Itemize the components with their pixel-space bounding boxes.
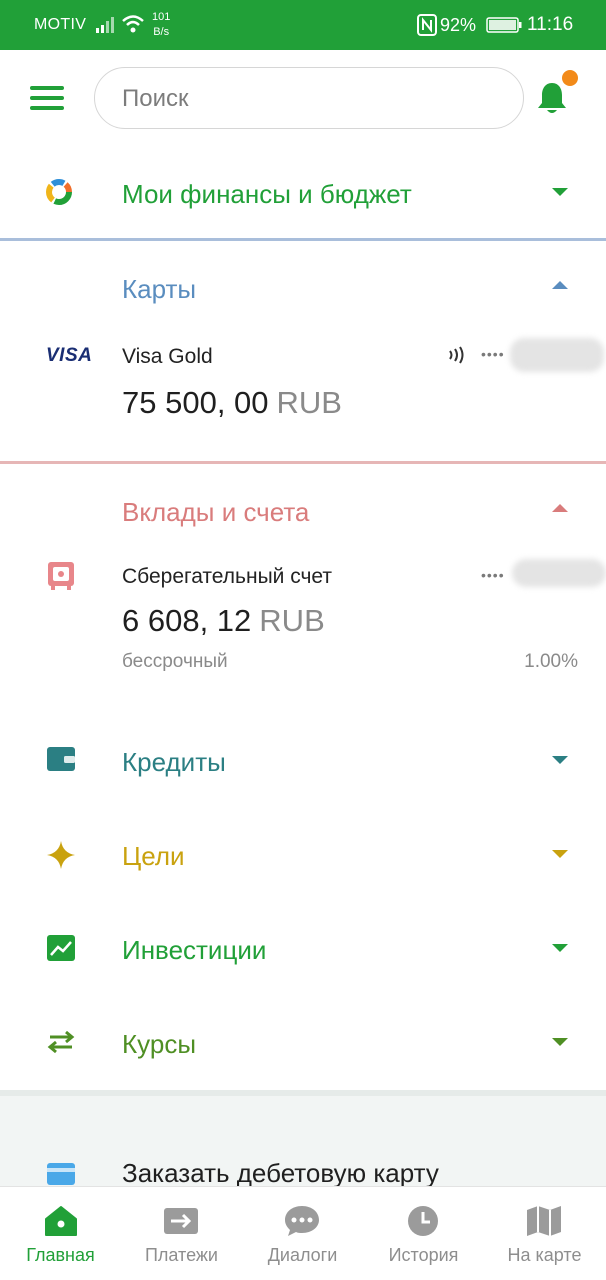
card-balance: 75 500, 00 RUB bbox=[122, 385, 342, 421]
account-number-masked: •••• bbox=[481, 567, 505, 583]
section-cards[interactable]: Карты bbox=[0, 260, 606, 315]
cards-label: Карты bbox=[122, 274, 197, 304]
contactless-icon bbox=[449, 346, 464, 364]
nav-history[interactable]: История bbox=[363, 1187, 484, 1280]
wifi-icon bbox=[122, 15, 144, 33]
safe-icon bbox=[48, 562, 74, 590]
nav-dialogs-label: Диалоги bbox=[267, 1245, 338, 1265]
finances-label: Мои финансы и бюджет bbox=[122, 179, 412, 209]
section-deposits[interactable]: Вклады и счета bbox=[0, 483, 606, 538]
account-term: бессрочный bbox=[122, 651, 228, 672]
home-icon bbox=[45, 1206, 77, 1236]
deposits-divider bbox=[0, 461, 606, 464]
chevron-up-icon bbox=[552, 281, 568, 289]
card-balance-currency: RUB bbox=[276, 385, 342, 420]
status-bar: MOTIV 101 B/s 92% 11:16 bbox=[0, 0, 606, 50]
order-debit-card-label: Заказать дебетовую карту bbox=[122, 1158, 439, 1188]
account-balance-currency: RUB bbox=[259, 603, 325, 638]
notification-badge bbox=[562, 70, 578, 86]
section-finances[interactable]: Мои финансы и бюджет bbox=[0, 160, 606, 230]
chevron-up-icon bbox=[552, 504, 568, 512]
chevron-down-icon bbox=[552, 850, 568, 858]
app-header: Поиск bbox=[0, 50, 606, 146]
bottom-navigation: Главная Платежи Диалоги История На карте bbox=[0, 1186, 606, 1280]
nav-map[interactable]: На карте bbox=[484, 1187, 605, 1280]
card-number-redacted bbox=[510, 338, 604, 372]
nav-home[interactable]: Главная bbox=[0, 1187, 121, 1280]
dialogs-icon bbox=[285, 1206, 319, 1236]
notification-bell-icon[interactable] bbox=[535, 80, 569, 116]
card-item-visa-gold[interactable]: VISA Visa Gold •••• 75 500, 00 RUB bbox=[0, 330, 606, 440]
nav-map-label: На карте bbox=[507, 1245, 582, 1265]
nav-payments[interactable]: Платежи bbox=[121, 1187, 242, 1280]
chevron-down-icon bbox=[552, 1038, 568, 1046]
section-credits[interactable]: Кредиты bbox=[0, 728, 606, 794]
search-placeholder: Поиск bbox=[122, 85, 189, 112]
card-icon bbox=[47, 1163, 75, 1185]
budget-donut-icon bbox=[46, 179, 72, 205]
speed-unit: B/s bbox=[153, 26, 170, 38]
account-number-redacted bbox=[512, 559, 606, 587]
chart-trend-icon bbox=[47, 935, 75, 961]
map-icon bbox=[527, 1206, 561, 1236]
visa-logo-icon: VISA bbox=[46, 345, 93, 366]
investments-label: Инвестиции bbox=[122, 935, 267, 965]
account-rate: 1.00% bbox=[524, 651, 578, 672]
menu-button[interactable] bbox=[30, 86, 64, 110]
wallet-icon bbox=[47, 747, 75, 771]
speed-value: 101 bbox=[152, 11, 171, 23]
deposit-item-savings[interactable]: Сберегательный счет •••• 6 608, 12 RUB бе… bbox=[0, 553, 606, 683]
history-icon bbox=[408, 1206, 438, 1236]
nav-history-label: История bbox=[388, 1245, 459, 1265]
cards-divider bbox=[0, 238, 606, 241]
clock: 11:16 bbox=[527, 14, 574, 35]
chevron-down-icon bbox=[552, 188, 568, 196]
card-number-masked: •••• bbox=[481, 346, 505, 362]
card-name: Visa Gold bbox=[122, 345, 213, 368]
order-debit-card-banner[interactable]: Заказать дебетовую карту bbox=[0, 1090, 606, 1190]
goals-label: Цели bbox=[122, 841, 185, 871]
exchange-arrows-icon bbox=[47, 1030, 75, 1054]
section-investments[interactable]: Инвестиции bbox=[0, 916, 606, 982]
deposits-label: Вклады и счета bbox=[122, 497, 310, 527]
payments-icon bbox=[164, 1208, 198, 1234]
section-rates[interactable]: Курсы bbox=[0, 1010, 606, 1076]
account-balance: 6 608, 12 RUB bbox=[122, 603, 325, 639]
nav-payments-label: Платежи bbox=[144, 1245, 218, 1265]
chevron-down-icon bbox=[552, 944, 568, 952]
search-input[interactable]: Поиск bbox=[94, 67, 524, 129]
rates-label: Курсы bbox=[122, 1029, 197, 1059]
nav-home-label: Главная bbox=[26, 1245, 95, 1265]
chevron-down-icon bbox=[552, 756, 568, 764]
signal-icon bbox=[96, 17, 114, 33]
card-balance-value: 75 500, 00 bbox=[122, 385, 269, 420]
account-balance-value: 6 608, 12 bbox=[122, 603, 252, 638]
section-goals[interactable]: Цели bbox=[0, 822, 606, 888]
account-name: Сберегательный счет bbox=[122, 565, 333, 588]
nfc-icon bbox=[417, 14, 437, 36]
nav-dialogs[interactable]: Диалоги bbox=[242, 1187, 363, 1280]
carrier-name: MOTIV bbox=[34, 16, 87, 33]
network-speed: 101 B/s bbox=[152, 10, 170, 40]
credits-label: Кредиты bbox=[122, 747, 226, 777]
battery-percent: 92% bbox=[440, 15, 477, 35]
battery-icon bbox=[486, 17, 522, 33]
star-sparkle-icon bbox=[47, 841, 75, 869]
